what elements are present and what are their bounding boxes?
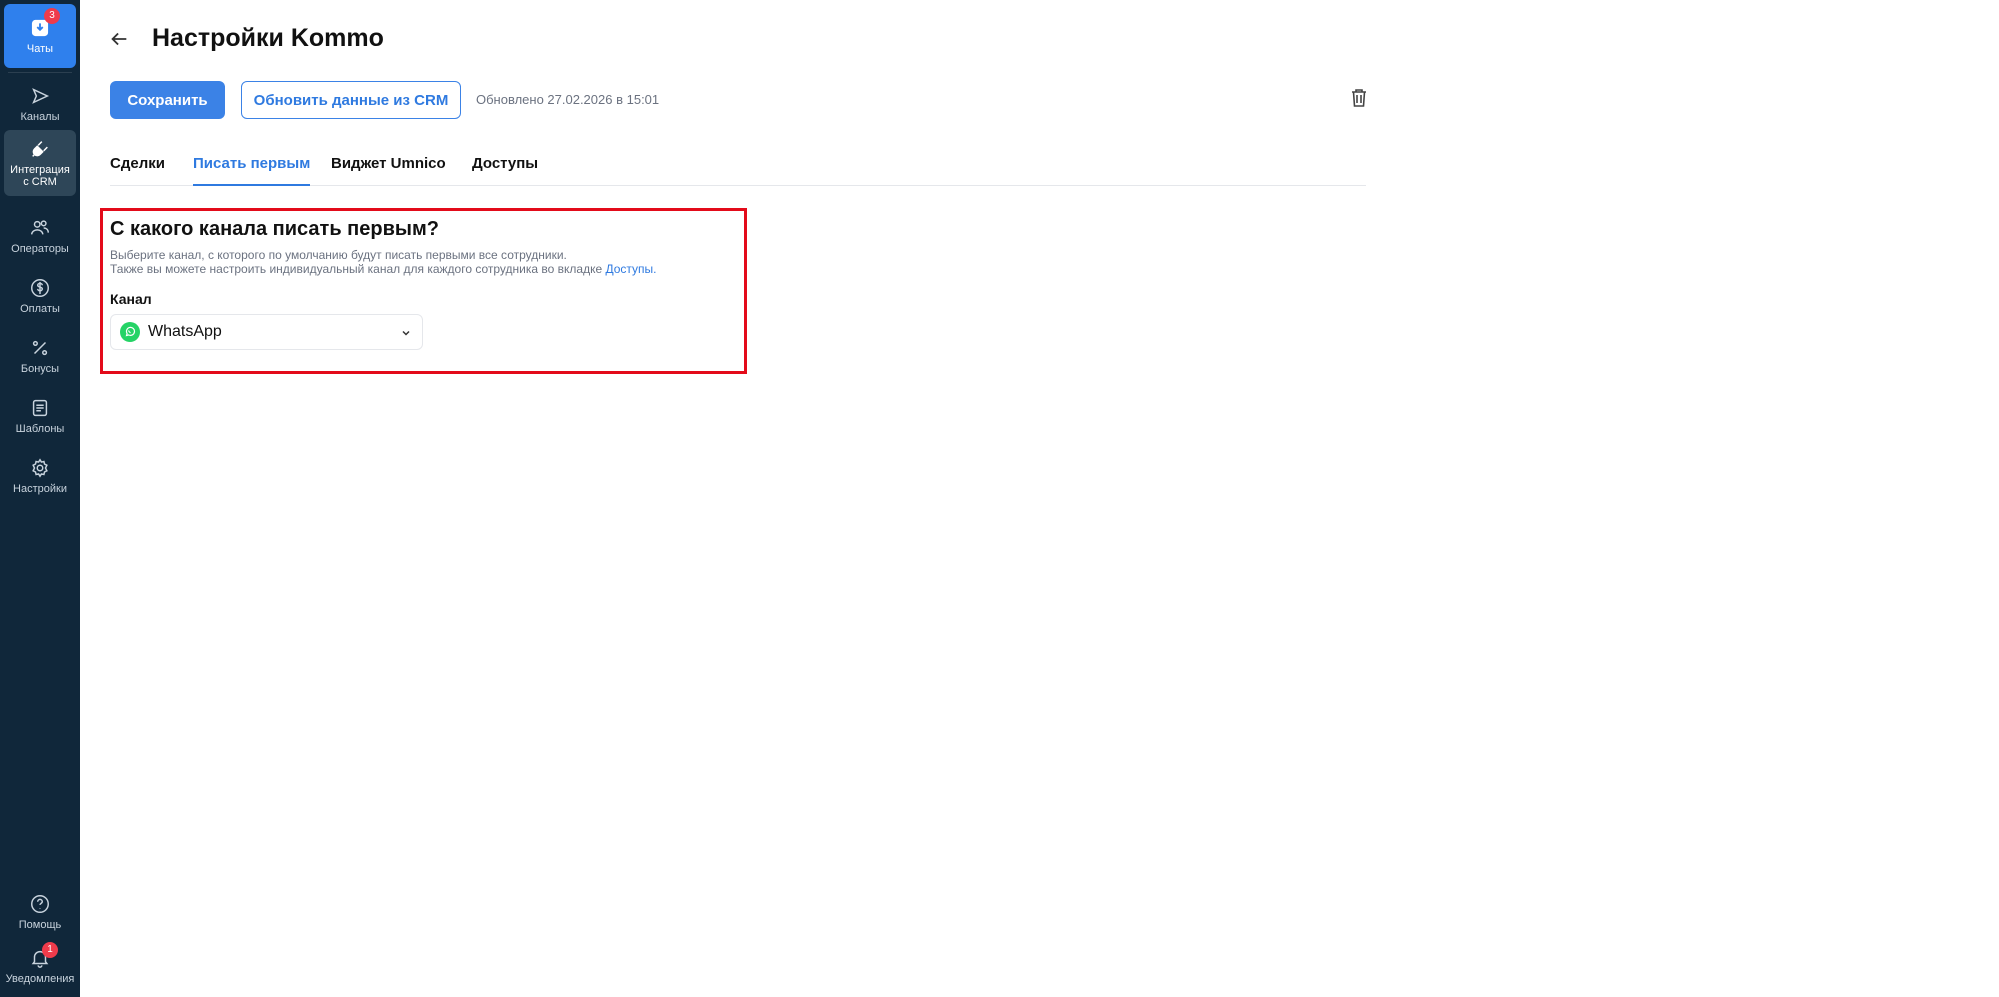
document-icon (32, 399, 48, 417)
sidebar-item-label: Настройки (13, 483, 67, 495)
percent-icon (32, 340, 48, 356)
sidebar-item-label: Оплаты (20, 303, 60, 315)
tabs: Сделки Писать первым Виджет Umnico Досту… (110, 152, 1366, 186)
sidebar-item-label: Бонусы (20, 363, 60, 375)
sidebar-item-operators[interactable]: Операторы (4, 204, 76, 268)
trash-icon[interactable] (1350, 88, 1368, 108)
updated-timestamp: Обновлено 27.02.2026 в 15:01 (476, 92, 660, 107)
sidebar-item-label: Операторы (11, 243, 69, 255)
sidebar-item-chats[interactable]: 3 Чаты (4, 4, 76, 68)
description-line: Выберите канал, с которого по умолчанию … (110, 248, 567, 262)
sidebar-item-channels[interactable]: Каналы (4, 72, 76, 136)
gear-icon (32, 458, 48, 478)
whatsapp-icon (120, 322, 140, 342)
channel-label: Канал (110, 291, 152, 307)
section-title: С какого канала писать первым? (110, 218, 439, 240)
notifications-badge: 1 (42, 942, 58, 958)
sidebar-item-help[interactable]: Помощь (4, 880, 76, 944)
tab-deals[interactable]: Сделки (110, 155, 165, 186)
sidebar-item-payments[interactable]: Оплаты (4, 264, 76, 328)
dollar-icon (31, 279, 49, 297)
chevron-down-icon (402, 330, 410, 336)
sidebar-item-crm-integration[interactable]: Интеграция с CRM (4, 130, 76, 196)
sidebar-item-label: Каналы (20, 111, 60, 123)
description-text: Также вы можете настроить индивидуальный… (110, 262, 603, 276)
sidebar-item-label: Помощь (18, 919, 62, 931)
refresh-crm-button[interactable]: Обновить данные из CRM (241, 81, 461, 119)
plug-icon (32, 141, 48, 157)
save-button[interactable]: Сохранить (110, 81, 225, 119)
send-icon (32, 88, 50, 104)
channel-select-value: WhatsApp (148, 323, 222, 340)
sidebar-item-settings[interactable]: Настройки (4, 444, 76, 508)
page-title: Настройки Kommo (152, 24, 384, 52)
tab-access[interactable]: Доступы (472, 155, 538, 186)
sidebar-item-label: Шаблоны (15, 423, 65, 435)
back-arrow-icon[interactable] (108, 28, 130, 50)
section-description: Выберите канал, с которого по умолчанию … (110, 248, 657, 276)
sidebar-item-bonuses[interactable]: Бонусы (4, 324, 76, 388)
tab-write-first[interactable]: Писать первым (193, 155, 311, 186)
sidebar-item-notifications[interactable]: 1 Уведомления (4, 936, 76, 996)
description-line-2: Также вы можете настроить индивидуальный… (110, 262, 657, 276)
help-icon (31, 895, 49, 913)
sidebar-item-label: Интеграция с CRM (10, 164, 70, 188)
sidebar-item-label: Чаты (26, 43, 54, 55)
sidebar-item-label: Уведомления (5, 973, 75, 985)
tab-umnico-widget[interactable]: Виджет Umnico (331, 155, 446, 186)
users-icon (31, 220, 49, 235)
channel-select[interactable]: WhatsApp (110, 314, 423, 350)
access-link[interactable]: Доступы. (605, 262, 656, 276)
chats-badge: 3 (44, 8, 60, 24)
sidebar: 3 Чаты Каналы Интеграция с CRM Операторы… (0, 0, 80, 997)
sidebar-item-templates[interactable]: Шаблоны (4, 384, 76, 448)
